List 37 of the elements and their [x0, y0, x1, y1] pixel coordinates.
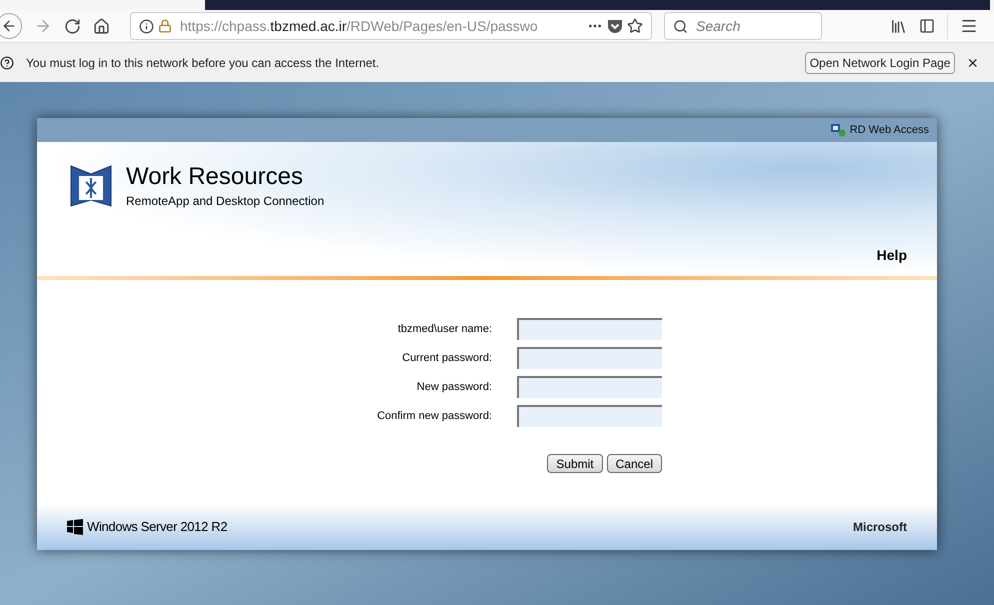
library-icon[interactable] — [890, 18, 907, 34]
pocket-icon[interactable] — [607, 18, 623, 34]
field-label: tbzmed\user name: — [396, 322, 492, 337]
input-field[interactable] — [517, 376, 662, 398]
open-login-page-button[interactable]: Open Network Login Page — [804, 52, 956, 74]
reload-icon[interactable] — [64, 18, 81, 34]
url-text: https://chpass.tbzmed.ac.ir/RDWeb/Pages/en-US/passwo — [180, 16, 539, 36]
notification-message: You must log in to this network before you can access the Internet. — [26, 54, 380, 72]
question-icon — [0, 56, 14, 70]
microsoft-label: Microsoft — [853, 519, 907, 536]
lock-warning-icon — [158, 19, 172, 33]
field-label: Confirm new password: — [376, 408, 492, 424]
star-icon[interactable] — [627, 18, 643, 34]
menu-icon[interactable] — [960, 17, 978, 35]
search-field[interactable]: Search — [664, 12, 822, 40]
url-bar[interactable]: https://chpass.tbzmed.ac.ir/RDWeb/Pages/en-US/passwo — [130, 12, 652, 40]
info-icon — [139, 18, 154, 34]
back-button[interactable] — [0, 13, 22, 39]
remote-desktop-icon — [830, 123, 846, 137]
field-label: Current password: — [401, 350, 492, 366]
app-title: Work Resources — [126, 162, 304, 192]
input-field[interactable] — [517, 405, 662, 427]
close-button[interactable]: × — [967, 54, 978, 72]
help-link[interactable]: Help — [876, 245, 907, 266]
windows-server-label: Windows Server 2012 R2 — [87, 518, 228, 536]
windows-logo-icon — [67, 519, 83, 535]
search-icon — [673, 18, 688, 34]
form-button[interactable]: Cancel — [606, 454, 662, 473]
field-label: New password: — [416, 380, 492, 395]
app-subtitle: RemoteApp and Desktop Connection — [126, 193, 324, 210]
rd-web-access-link[interactable]: RD Web Access — [850, 122, 929, 138]
sidebar-icon[interactable] — [919, 18, 935, 34]
home-icon[interactable] — [93, 18, 110, 34]
input-field[interactable] — [517, 347, 662, 369]
search-placeholder: Search — [696, 16, 740, 36]
input-field[interactable] — [517, 318, 662, 340]
form-button[interactable]: Submit — [547, 454, 603, 473]
